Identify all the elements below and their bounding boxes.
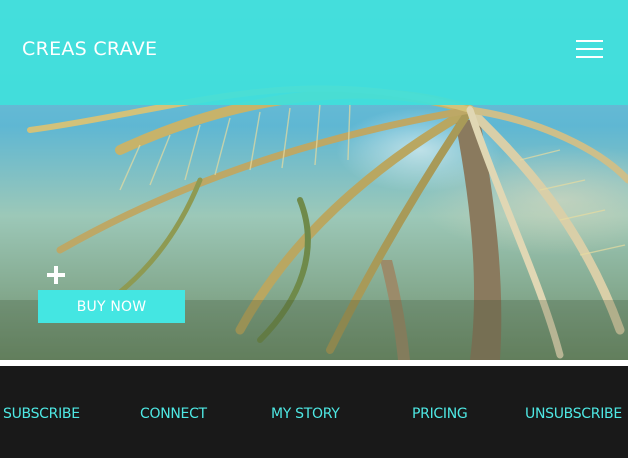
menu-line — [576, 40, 603, 42]
footer-link-my-story[interactable]: MY STORY — [271, 406, 340, 422]
menu-line — [576, 48, 603, 50]
hamburger-menu-icon[interactable] — [576, 38, 603, 60]
footer-link-connect[interactable]: CONNECT — [140, 406, 207, 422]
menu-line — [576, 56, 603, 58]
footer-link-pricing[interactable]: PRICING — [412, 406, 468, 422]
plus-icon — [47, 266, 65, 284]
brand-logo[interactable]: CREAS CRAVE — [22, 38, 157, 60]
footer: SUBSCRIBE CONNECT MY STORY PRICING UNSUB… — [0, 366, 628, 458]
footer-link-subscribe[interactable]: SUBSCRIBE — [3, 406, 80, 422]
top-navbar: CREAS CRAVE — [0, 0, 628, 105]
footer-link-unsubscribe[interactable]: UNSUBSCRIBE — [525, 406, 622, 422]
buy-now-button[interactable]: BUY NOW — [38, 290, 185, 323]
